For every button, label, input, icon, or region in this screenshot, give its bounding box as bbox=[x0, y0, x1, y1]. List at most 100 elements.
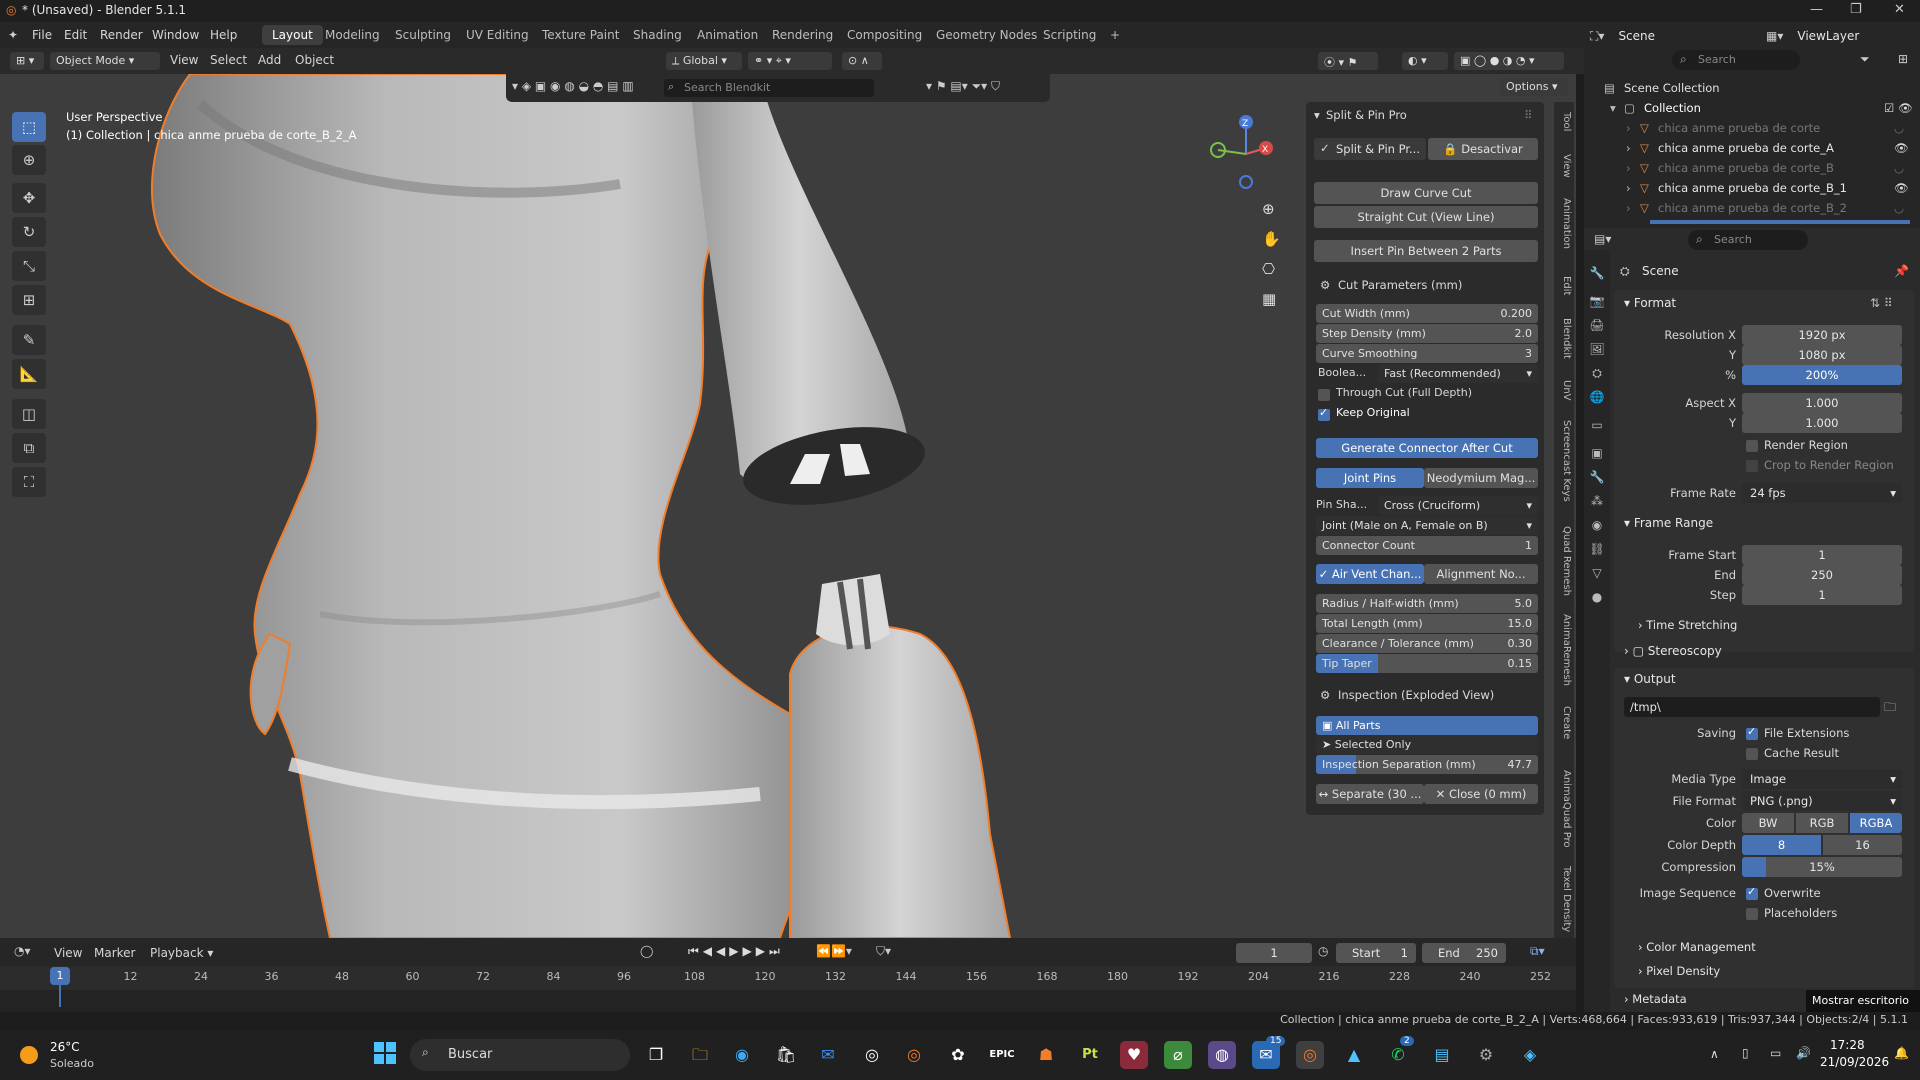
select-tool-icon[interactable]: ⬚ bbox=[12, 112, 46, 142]
addon-toggle[interactable]: Split & Pin Pr... bbox=[1314, 138, 1426, 160]
measure-tool-icon[interactable]: 📐 bbox=[12, 359, 46, 389]
epic-games-icon[interactable]: EPIC bbox=[988, 1041, 1016, 1069]
minimize-button[interactable]: — bbox=[1810, 2, 1823, 17]
cache-result-checkbox[interactable] bbox=[1746, 748, 1758, 760]
viewlayer-selector[interactable]: ▦▾ ViewLayer bbox=[1766, 26, 1859, 46]
clock-icon[interactable]: ◷ bbox=[1318, 944, 1328, 958]
blender-active-icon[interactable]: ◎ bbox=[1296, 1041, 1324, 1069]
pixel-density-header[interactable]: › Pixel Density bbox=[1638, 964, 1720, 978]
output-header[interactable]: ▾ Output bbox=[1624, 672, 1676, 686]
camera-view-icon[interactable]: ⎔ bbox=[1262, 260, 1275, 278]
radius-field[interactable]: Radius / Half-width (mm) 5.0 bbox=[1316, 594, 1538, 613]
selected-only-option[interactable]: ➤ Selected Only bbox=[1316, 735, 1538, 754]
menu-select[interactable]: Select bbox=[210, 53, 247, 67]
tab-shading[interactable]: Shading bbox=[623, 25, 692, 45]
outliner-item[interactable]: › ▽ chica anme prueba de corte_A 👁 bbox=[1584, 138, 1920, 158]
auto-key-icon[interactable]: ⛉▾ bbox=[876, 944, 891, 959]
total-length-field[interactable]: Total Length (mm) 15.0 bbox=[1316, 614, 1538, 633]
frame-step-field[interactable]: 1 bbox=[1742, 585, 1902, 605]
generate-connector-button[interactable]: Generate Connector After Cut bbox=[1316, 438, 1538, 458]
menu-render[interactable]: Render bbox=[100, 28, 143, 42]
clock-time[interactable]: 17:28 bbox=[1830, 1038, 1865, 1052]
sun-icon[interactable] bbox=[20, 1046, 38, 1064]
alignment-toggle[interactable]: Alignment No... bbox=[1424, 564, 1538, 584]
filter-icon[interactable]: ⏷ bbox=[1860, 52, 1870, 67]
windows-start-icon[interactable] bbox=[372, 1040, 398, 1066]
blender-taskbar-icon[interactable]: ◎ bbox=[900, 1041, 928, 1069]
world-props-icon[interactable]: 🌐 bbox=[1588, 390, 1606, 408]
tab-animaremesh[interactable]: AnimaRemesh bbox=[1554, 610, 1572, 690]
file-extensions-checkbox[interactable] bbox=[1746, 725, 1758, 740]
menu-help[interactable]: Help bbox=[210, 28, 237, 42]
through-cut-checkbox[interactable] bbox=[1318, 389, 1330, 401]
output-path-field[interactable]: /tmp\ bbox=[1624, 697, 1880, 717]
insert-pin-button[interactable]: Insert Pin Between 2 Parts bbox=[1314, 240, 1538, 262]
pan-hand-icon[interactable]: ✋ bbox=[1262, 230, 1281, 248]
store-icon[interactable]: 🛍 bbox=[772, 1041, 800, 1069]
properties-search-input[interactable]: ⌕ Search bbox=[1688, 230, 1808, 250]
blenderkit-icons[interactable]: ▾ ◈ ▣ ◉ ◍ ◒ ◓ ▤ ▥ bbox=[512, 79, 634, 93]
stereoscopy-header[interactable]: › ▢ Stereoscopy bbox=[1624, 644, 1722, 658]
weather-text[interactable]: Soleado bbox=[50, 1057, 94, 1070]
deactivate-button[interactable]: 🔒 Desactivar bbox=[1428, 138, 1538, 160]
visibility-eye-icon[interactable]: ☑ 👁 bbox=[1884, 101, 1913, 115]
outliner-search-input[interactable]: ⌕ Search bbox=[1672, 50, 1800, 70]
resolution-percent-field[interactable]: 200% bbox=[1742, 365, 1902, 385]
neodymium-tab[interactable]: Neodymium Mag... bbox=[1424, 468, 1538, 488]
tray-chevron-icon[interactable]: ∧ bbox=[1710, 1047, 1719, 1061]
tray-monitor-icon[interactable]: ▭ bbox=[1770, 1046, 1781, 1060]
shading-mode-icons[interactable]: ▣ ◯ ● ◑ ◔ ▾ bbox=[1454, 52, 1564, 70]
separate-button[interactable]: ↔ Separate (30 ... bbox=[1316, 784, 1424, 804]
add-workspace-button[interactable]: + bbox=[1100, 25, 1130, 45]
affinity-icon[interactable]: ▲ bbox=[1340, 1041, 1368, 1069]
format-header[interactable]: ▾ Format bbox=[1624, 296, 1676, 310]
menu-file[interactable]: File bbox=[32, 28, 52, 42]
visibility-eye-icon[interactable]: ◡ bbox=[1894, 121, 1904, 135]
visibility-eye-icon[interactable]: 👁 bbox=[1894, 181, 1909, 195]
modifier-props-icon[interactable]: 🔧 bbox=[1588, 470, 1606, 488]
zoom-icon[interactable]: ⊕ bbox=[1262, 200, 1275, 218]
scene-collection-row[interactable]: ▤ Scene Collection bbox=[1584, 78, 1920, 98]
scale-tool-icon[interactable]: ⤡ bbox=[12, 251, 46, 281]
panel-collapse-icon[interactable]: ▾ bbox=[1314, 108, 1320, 122]
draw-curve-cut-button[interactable]: Draw Curve Cut bbox=[1314, 182, 1538, 204]
metadata-header[interactable]: › Metadata bbox=[1624, 992, 1687, 1006]
record-icon[interactable]: ◯ bbox=[640, 944, 653, 958]
rotate-tool-icon[interactable]: ↻ bbox=[12, 217, 46, 247]
outliner-item[interactable]: › ▽ chica anme prueba de corte_B_2 ◡ bbox=[1584, 198, 1920, 218]
keep-original-checkbox[interactable] bbox=[1318, 406, 1330, 421]
render-props-icon[interactable]: 📷 bbox=[1588, 294, 1606, 312]
clock-date[interactable]: 21/09/2026 bbox=[1820, 1055, 1889, 1069]
taskbar-search[interactable]: ⌕ Buscar bbox=[410, 1039, 630, 1071]
timeline-marker-menu[interactable]: Marker bbox=[94, 946, 135, 960]
overwrite-checkbox[interactable] bbox=[1746, 885, 1758, 900]
tab-screencast-keys[interactable]: Screencast Keys bbox=[1554, 416, 1572, 506]
tab-texel-density[interactable]: Texel Density bbox=[1554, 862, 1572, 936]
frame-range-header[interactable]: ▾ Frame Range bbox=[1624, 516, 1713, 530]
tray-device-icon[interactable]: ▯ bbox=[1742, 1046, 1749, 1060]
blender-menu-icon[interactable]: ✦ bbox=[8, 28, 18, 42]
tab-blendkit[interactable]: Blendkit bbox=[1554, 314, 1572, 363]
weather-temp[interactable]: 26°C bbox=[50, 1040, 80, 1054]
frame-rate-dropdown[interactable]: 24 fps ▾ bbox=[1742, 483, 1902, 503]
object-props-icon[interactable]: ▣ bbox=[1588, 446, 1606, 464]
tip-taper-slider[interactable]: Tip Taper 0.15 bbox=[1316, 654, 1538, 673]
particles-props-icon[interactable]: ⁂ bbox=[1588, 494, 1606, 512]
visibility-gizmo-icons[interactable]: ⦿ ▾ ⚑ bbox=[1318, 52, 1378, 70]
view-layer-icon[interactable]: 🖼 bbox=[1588, 342, 1606, 360]
mode-dropdown[interactable]: Object Mode ▾ bbox=[50, 52, 160, 70]
pt-app-icon[interactable]: Pt bbox=[1076, 1041, 1104, 1069]
tab-sculpting[interactable]: Sculpting bbox=[385, 25, 461, 45]
editor-type-icon[interactable]: ⊞ ▾ bbox=[10, 52, 44, 70]
straight-cut-button[interactable]: Straight Cut (View Line) bbox=[1314, 206, 1538, 228]
proportional-edit-icon[interactable]: ⊙ ∧ bbox=[842, 52, 882, 70]
time-stretching-header[interactable]: › Time Stretching bbox=[1638, 618, 1737, 632]
notification-bell-icon[interactable]: 🔔 bbox=[1894, 1046, 1909, 1060]
navigation-gizmo[interactable]: Z X bbox=[1200, 110, 1280, 190]
tab-edit[interactable]: Edit bbox=[1554, 272, 1572, 299]
compression-slider[interactable]: 15% bbox=[1742, 857, 1902, 877]
tab-animaquad-pro[interactable]: AnimaQuad Pro bbox=[1554, 766, 1572, 852]
editor-type-icon[interactable]: ▤▾ bbox=[1594, 232, 1611, 246]
resolution-x-field[interactable]: 1920 px bbox=[1742, 325, 1902, 345]
tab-compositing[interactable]: Compositing bbox=[837, 25, 932, 45]
